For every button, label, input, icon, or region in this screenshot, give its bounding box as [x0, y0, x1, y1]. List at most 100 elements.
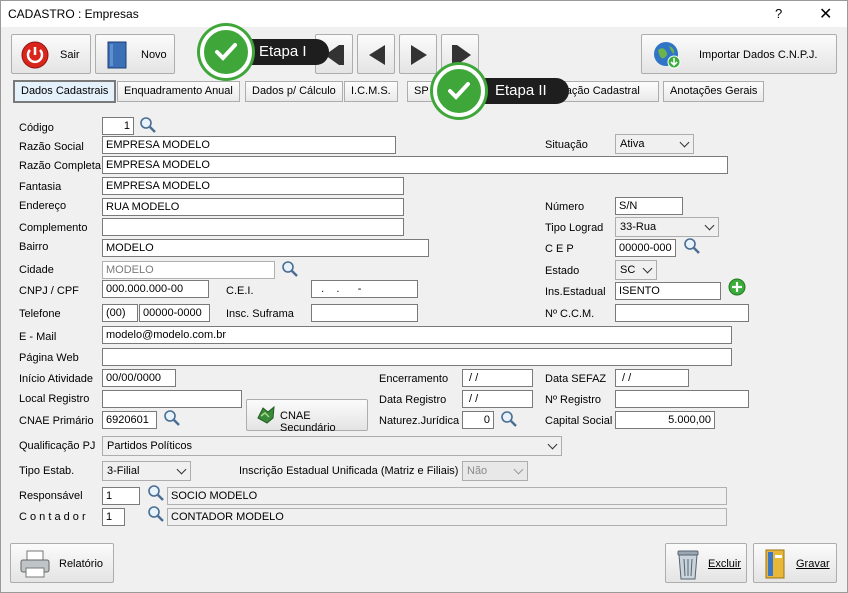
tipo-lograd-select[interactable]: 33-Rua: [615, 217, 719, 237]
tab-anotacoes-gerais[interactable]: Anotações Gerais: [663, 81, 765, 102]
pagina-web-field[interactable]: [102, 348, 732, 366]
check-icon-etapa-2: [433, 65, 485, 117]
qualificacao-value: Partidos Políticos: [107, 440, 192, 452]
local-registro-field[interactable]: [102, 390, 242, 408]
codigo-label: Código: [19, 122, 54, 134]
estado-select[interactable]: SC: [615, 260, 657, 280]
printer-icon: [19, 549, 51, 579]
codigo-field[interactable]: 1: [102, 117, 134, 135]
add-icon[interactable]: [728, 278, 746, 296]
tipo-estab-value: 3-Filial: [107, 465, 140, 477]
tab-dados-calculo[interactable]: Dados p/ Cálculo: [245, 81, 343, 102]
inicio-atividade-field[interactable]: 00/00/0000: [102, 369, 176, 387]
responsavel-codigo-field[interactable]: 1: [102, 487, 140, 505]
search-icon[interactable]: [683, 237, 701, 255]
ccm-field[interactable]: [615, 304, 749, 322]
tab-dados-cadastrais[interactable]: Dados Cadastrais: [13, 80, 117, 103]
telefone-numero-field[interactable]: 00000-0000: [139, 304, 210, 322]
numero-field[interactable]: S/N: [615, 197, 683, 215]
cidade-field[interactable]: MODELO: [102, 261, 275, 279]
complemento-field[interactable]: [102, 218, 404, 236]
qualificacao-select[interactable]: Partidos Políticos: [102, 436, 562, 456]
cidade-label: Cidade: [19, 264, 54, 276]
search-icon[interactable]: [500, 410, 518, 428]
tipo-estab-label: Tipo Estab.: [19, 465, 75, 477]
close-button[interactable]: ✕: [819, 4, 832, 24]
next-record-button[interactable]: [399, 34, 437, 74]
help-button[interactable]: ?: [775, 6, 782, 21]
ie-unificada-select[interactable]: Não: [462, 461, 528, 481]
contador-label: C o n t a d o r: [19, 511, 86, 523]
tab-icms[interactable]: I.C.M.S.: [344, 81, 398, 102]
chevron-down-icon: [642, 263, 653, 274]
n-registro-field[interactable]: [615, 390, 749, 408]
ins-estadual-field[interactable]: ISENTO: [615, 282, 721, 300]
tipo-lograd-label: Tipo Lograd: [545, 222, 604, 234]
suframa-field[interactable]: [311, 304, 418, 322]
title-bar: CADASTRO : Empresas ? ✕: [1, 1, 847, 27]
fantasia-field[interactable]: EMPRESA MODELO: [102, 177, 404, 195]
cnae-secundario-label: CNAE Secundário: [280, 410, 336, 434]
email-field[interactable]: modelo@modelo.com.br: [102, 326, 732, 344]
qualificacao-label: Qualificação PJ: [19, 440, 96, 452]
cep-field[interactable]: 00000-000: [615, 239, 676, 257]
search-icon[interactable]: [139, 116, 157, 134]
telefone-ddd-field[interactable]: (00): [102, 304, 138, 322]
relatorio-button[interactable]: Relatório: [10, 543, 114, 583]
data-registro-field[interactable]: / /: [462, 390, 533, 408]
tab-sp[interactable]: SP: [407, 81, 436, 102]
sair-button[interactable]: Sair: [11, 34, 91, 74]
telefone-label: Telefone: [19, 308, 61, 320]
razao-social-label: Razão Social: [19, 141, 84, 153]
sair-label: Sair: [60, 49, 80, 61]
situacao-select[interactable]: Ativa: [615, 134, 694, 154]
search-icon[interactable]: [147, 505, 165, 523]
data-sefaz-label: Data SEFAZ: [545, 373, 607, 385]
search-icon[interactable]: [147, 484, 165, 502]
chevron-down-icon: [679, 137, 690, 148]
situacao-value: Ativa: [620, 138, 645, 150]
natureza-field[interactable]: 0: [462, 411, 494, 429]
cnpj-field[interactable]: 000.000.000-00: [102, 280, 209, 298]
ccm-label: Nº C.C.M.: [545, 308, 595, 320]
n-registro-label: Nº Registro: [545, 394, 601, 406]
numero-label: Número: [545, 201, 585, 213]
gravar-label: Gravar: [796, 558, 830, 570]
chevron-down-icon: [704, 220, 715, 231]
ie-unificada-label: Inscrição Estadual Unificada (Matriz e F…: [239, 465, 459, 477]
cnae-field[interactable]: 6920601: [102, 411, 157, 429]
data-registro-label: Data Registro: [379, 394, 447, 406]
endereco-field[interactable]: RUA MODELO: [102, 198, 404, 216]
encerramento-label: Encerramento: [379, 373, 449, 385]
importar-cnpj-button[interactable]: Importar Dados C.N.P.J.: [641, 34, 837, 74]
etapa-2-label: Etapa II: [495, 82, 547, 99]
razao-social-field[interactable]: EMPRESA MODELO: [102, 136, 396, 154]
tab-enquadramento-anual[interactable]: Enquadramento Anual: [117, 81, 240, 102]
capital-social-field[interactable]: 5.000,00: [615, 411, 715, 429]
chevron-down-icon: [513, 464, 524, 475]
ins-estadual-label: Ins.Estadual: [545, 286, 606, 298]
search-icon[interactable]: [281, 260, 299, 278]
globe-icon: [652, 40, 682, 70]
novo-button[interactable]: Novo: [95, 34, 175, 74]
relatorio-label: Relatório: [59, 558, 104, 570]
pagina-web-label: Página Web: [19, 352, 79, 364]
cep-label: C E P: [545, 243, 574, 255]
email-label: E - Mail: [19, 331, 57, 343]
tipo-estab-select[interactable]: 3-Filial: [102, 461, 191, 481]
bairro-field[interactable]: MODELO: [102, 239, 429, 257]
excluir-button[interactable]: Excluir: [665, 543, 747, 583]
chevron-down-icon: [547, 439, 558, 450]
capital-label: Capital Social: [545, 415, 613, 427]
encerramento-field[interactable]: / /: [462, 369, 533, 387]
cei-field[interactable]: . . -: [311, 280, 418, 298]
contador-codigo-field[interactable]: 1: [102, 508, 125, 526]
gravar-button[interactable]: Gravar: [753, 543, 837, 583]
data-sefaz-field[interactable]: / /: [615, 369, 689, 387]
previous-record-button[interactable]: [357, 34, 395, 74]
cnpj-label: CNPJ / CPF: [19, 285, 79, 297]
local-registro-label: Local Registro: [19, 393, 90, 405]
cnae-secundario-button[interactable]: CNAE Secundário: [246, 399, 368, 434]
search-icon[interactable]: [163, 409, 181, 427]
razao-completa-field[interactable]: EMPRESA MODELO: [102, 156, 728, 174]
